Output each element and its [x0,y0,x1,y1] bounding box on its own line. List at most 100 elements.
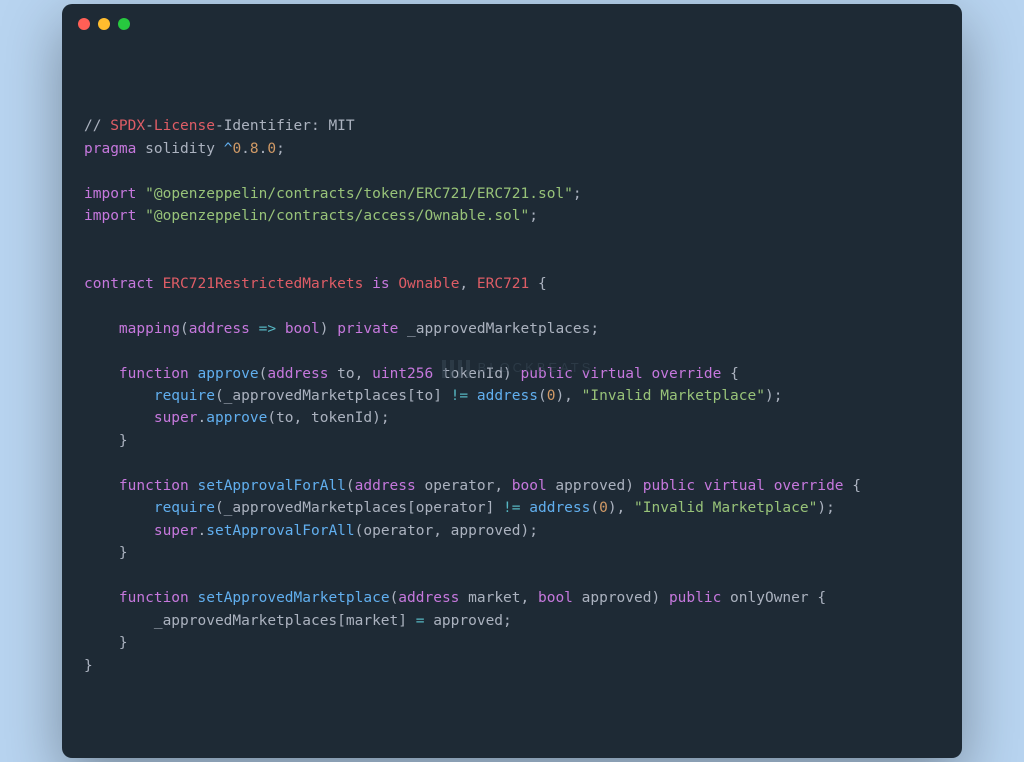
code-token: ( [590,500,599,516]
code-token: private [337,321,398,337]
close-icon[interactable] [78,18,90,30]
code-token [136,186,145,202]
code-token [643,366,652,382]
code-token [521,500,530,516]
code-token [84,410,154,426]
code-token: address [477,388,538,404]
code-token: ( [390,590,399,606]
code-line: } [84,430,940,452]
code-token: address [529,500,590,516]
code-token [695,478,704,494]
code-token: address [189,321,250,337]
code-token [84,366,119,382]
code-token: ( [538,388,547,404]
code-token: require [154,500,215,516]
code-token: approve [206,410,267,426]
code-line: } [84,655,940,677]
code-token: { [529,276,546,292]
code-token: super [154,523,198,539]
code-token: onlyOwner { [721,590,826,606]
code-token [390,276,399,292]
code-token: operator, [416,478,512,494]
code-token: bool [285,321,320,337]
code-token: (_approvedMarketplaces[to] [215,388,451,404]
code-line [84,565,940,587]
code-token: ; [573,186,582,202]
code-token [84,478,119,494]
code-token: require [154,388,215,404]
code-token: setApprovedMarketplace [198,590,390,606]
code-token: _approvedMarketplaces[market] [84,613,416,629]
code-token: approved) [547,478,643,494]
code-token [573,366,582,382]
code-token: ) [320,321,337,337]
code-token: virtual [704,478,765,494]
code-token: market, [459,590,538,606]
code-token [84,321,119,337]
code-token: // [84,118,110,134]
code-token: ); [765,388,782,404]
code-token: "@openzeppelin/contracts/access/Ownable.… [145,208,529,224]
code-token: License [154,118,215,134]
code-line [84,160,940,182]
code-token: => [259,321,276,337]
code-token: ; [529,208,538,224]
code-token: ); [817,500,834,516]
code-token [84,523,154,539]
code-token: } [84,635,128,651]
code-token: != [451,388,468,404]
code-token: address [355,478,416,494]
code-token: mapping [119,321,180,337]
code-token: setApprovalForAll [198,478,346,494]
code-lines: // SPDX-License-Identifier: MITpragma so… [84,115,940,677]
code-token: virtual [582,366,643,382]
code-token: ERC721RestrictedMarkets [163,276,364,292]
code-token: public [643,478,695,494]
code-token: ( [180,321,189,337]
code-token: { [844,478,861,494]
code-token [189,366,198,382]
code-token [250,321,259,337]
code-token: 0 [599,500,608,516]
code-token: approve [198,366,259,382]
code-line: function setApprovalForAll(address opera… [84,475,940,497]
code-token: approved; [424,613,511,629]
minimize-icon[interactable] [98,18,110,30]
code-token: _approvedMarketplaces; [398,321,599,337]
code-token: public [669,590,721,606]
code-line: super.approve(to, tokenId); [84,407,940,429]
code-token [468,388,477,404]
code-line: import "@openzeppelin/contracts/access/O… [84,205,940,227]
code-token: } [84,433,128,449]
code-token: (operator, approved); [355,523,538,539]
code-line: // SPDX-License-Identifier: MIT [84,115,940,137]
maximize-icon[interactable] [118,18,130,30]
code-token: . [198,410,207,426]
code-token: override [652,366,722,382]
code-line [84,250,940,272]
code-token: != [503,500,520,516]
code-token: - [145,118,154,134]
code-line: pragma solidity ^0.8.0; [84,138,940,160]
code-line: require(_approvedMarketplaces[to] != add… [84,385,940,407]
code-token [84,590,119,606]
code-token: (_approvedMarketplaces[operator] [215,500,503,516]
code-token: } [84,658,93,674]
code-token: "Invalid Marketplace" [582,388,765,404]
code-token: is [372,276,389,292]
code-token: function [119,478,189,494]
code-token: { [721,366,738,382]
code-token: ; [276,141,285,157]
code-token: function [119,590,189,606]
code-token [136,208,145,224]
code-token: 8 [250,141,259,157]
code-token: tokenId) [433,366,520,382]
code-token: , [459,276,476,292]
code-token: ), [608,500,634,516]
code-line: require(_approvedMarketplaces[operator] … [84,497,940,519]
code-token: public [521,366,573,382]
code-line: } [84,542,940,564]
code-token: . [241,141,250,157]
code-token: Ownable [398,276,459,292]
code-line [84,340,940,362]
